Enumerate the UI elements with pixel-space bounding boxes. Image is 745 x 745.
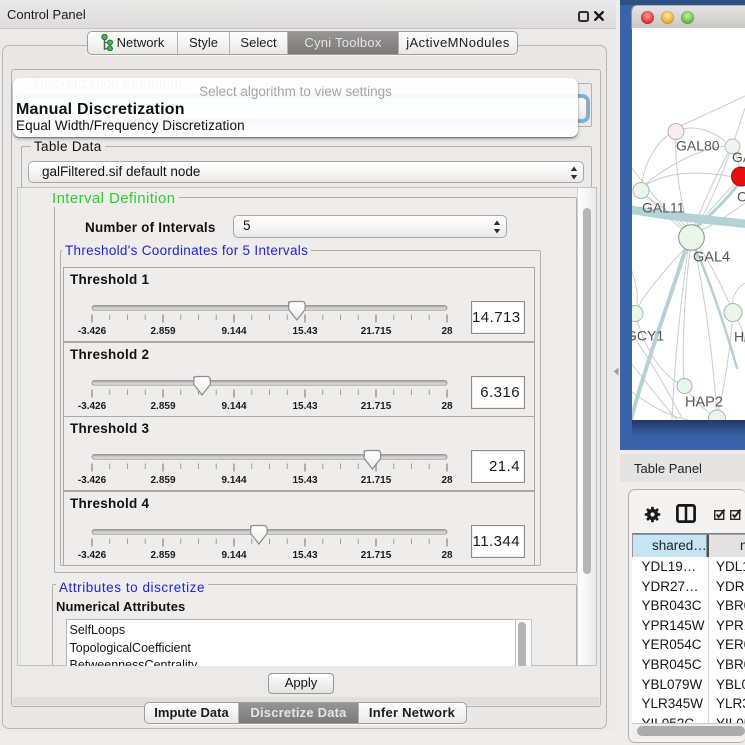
svg-text:GAL80: GAL80	[676, 138, 720, 154]
svg-text:CY: CY	[737, 189, 745, 205]
svg-text:-3.426: -3.426	[78, 401, 107, 412]
svg-text:9.144: 9.144	[221, 550, 246, 561]
svg-text:-3.426: -3.426	[78, 475, 107, 486]
svg-text:21.715: 21.715	[361, 475, 392, 486]
svg-text:9.144: 9.144	[221, 401, 246, 412]
svg-text:28: 28	[441, 550, 453, 561]
svg-text:2.859: 2.859	[150, 401, 175, 412]
svg-text:2.859: 2.859	[150, 550, 175, 561]
svg-text:GAL11: GAL11	[642, 200, 685, 216]
svg-text:28: 28	[441, 475, 453, 486]
svg-text:GAL4: GAL4	[693, 250, 730, 266]
svg-text:HAP2: HAP2	[685, 395, 723, 411]
svg-text:HA: HA	[734, 329, 745, 345]
svg-text:GCY1: GCY1	[632, 328, 664, 344]
svg-text:-3.426: -3.426	[78, 550, 107, 561]
svg-text:2.859: 2.859	[150, 475, 175, 486]
svg-text:21.715: 21.715	[361, 326, 392, 337]
svg-text:2.859: 2.859	[150, 326, 175, 337]
svg-text:28: 28	[441, 401, 453, 412]
svg-text:15.43: 15.43	[292, 475, 317, 486]
svg-text:15.43: 15.43	[292, 550, 317, 561]
svg-text:15.43: 15.43	[292, 326, 317, 337]
svg-text:21.715: 21.715	[361, 401, 392, 412]
svg-text:21.715: 21.715	[361, 550, 392, 561]
svg-text:9.144: 9.144	[221, 326, 246, 337]
svg-text:28: 28	[441, 326, 453, 337]
svg-text:-3.426: -3.426	[78, 326, 107, 337]
svg-text:15.43: 15.43	[292, 401, 317, 412]
svg-text:GAL: GAL	[732, 149, 745, 165]
svg-text:9.144: 9.144	[221, 475, 246, 486]
